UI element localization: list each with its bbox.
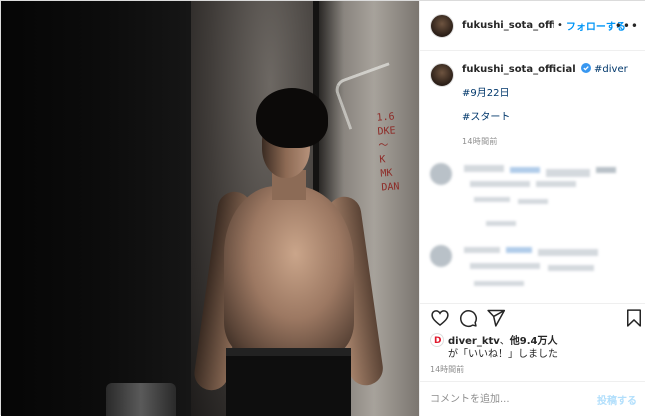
comment-icon[interactable] — [458, 308, 478, 328]
caption-username[interactable]: fukushi_sota_official — [462, 64, 576, 75]
photo-person — [192, 86, 386, 416]
verified-badge-icon — [580, 63, 591, 73]
likes-summary: Ddiver_ktv、他9.4万人 が「いいね！」しました — [430, 333, 640, 361]
liker-avatar[interactable]: D — [430, 333, 444, 347]
actions-divider — [420, 303, 645, 304]
post-timestamp: 14時間前 — [430, 365, 465, 374]
likes-suffix: が「いいね！」しました — [448, 349, 558, 360]
post-comment-button[interactable]: 投稿する — [597, 392, 637, 407]
share-icon[interactable] — [486, 308, 506, 328]
bookmark-icon[interactable] — [624, 308, 644, 328]
liker-username[interactable]: diver_ktv — [448, 336, 500, 347]
hashtag-diver[interactable]: #diver — [594, 64, 628, 75]
heart-icon[interactable] — [430, 308, 450, 328]
blurred-comment-1 — [430, 161, 640, 231]
comment-input[interactable] — [430, 391, 590, 407]
post-actions-bar — [428, 308, 643, 332]
header-separator: • — [557, 20, 563, 31]
post-side-panel: fukushi_sota_official • フォローする ••• fukus… — [419, 1, 645, 416]
hashtag-date[interactable]: #9月22日 — [462, 87, 628, 101]
likes-count[interactable]: 他9.4万人 — [510, 336, 558, 347]
post-caption: fukushi_sota_official #diver #9月22日 #スター… — [430, 63, 640, 149]
post-photo[interactable]: 1.6 DKE 〜 K MK DAN — [1, 1, 419, 416]
caption-avatar[interactable] — [430, 63, 454, 87]
avatar[interactable] — [430, 13, 454, 38]
instagram-post-window: 1.6DKE〜KMKDAN fukushi_sota_official • フォ… — [0, 0, 645, 416]
caption-timestamp: 14時間前 — [462, 137, 498, 146]
post-header: fukushi_sota_official • フォローする ••• — [420, 1, 645, 51]
photo-bucket — [106, 383, 176, 416]
more-options-icon[interactable]: ••• — [615, 19, 639, 33]
hashtag-start[interactable]: #スタート — [462, 111, 628, 125]
header-username[interactable]: fukushi_sota_official — [462, 20, 554, 31]
blurred-comment-2 — [430, 241, 640, 301]
comment-bar: 投稿する — [420, 381, 645, 416]
photo-dark-background — [1, 1, 191, 416]
